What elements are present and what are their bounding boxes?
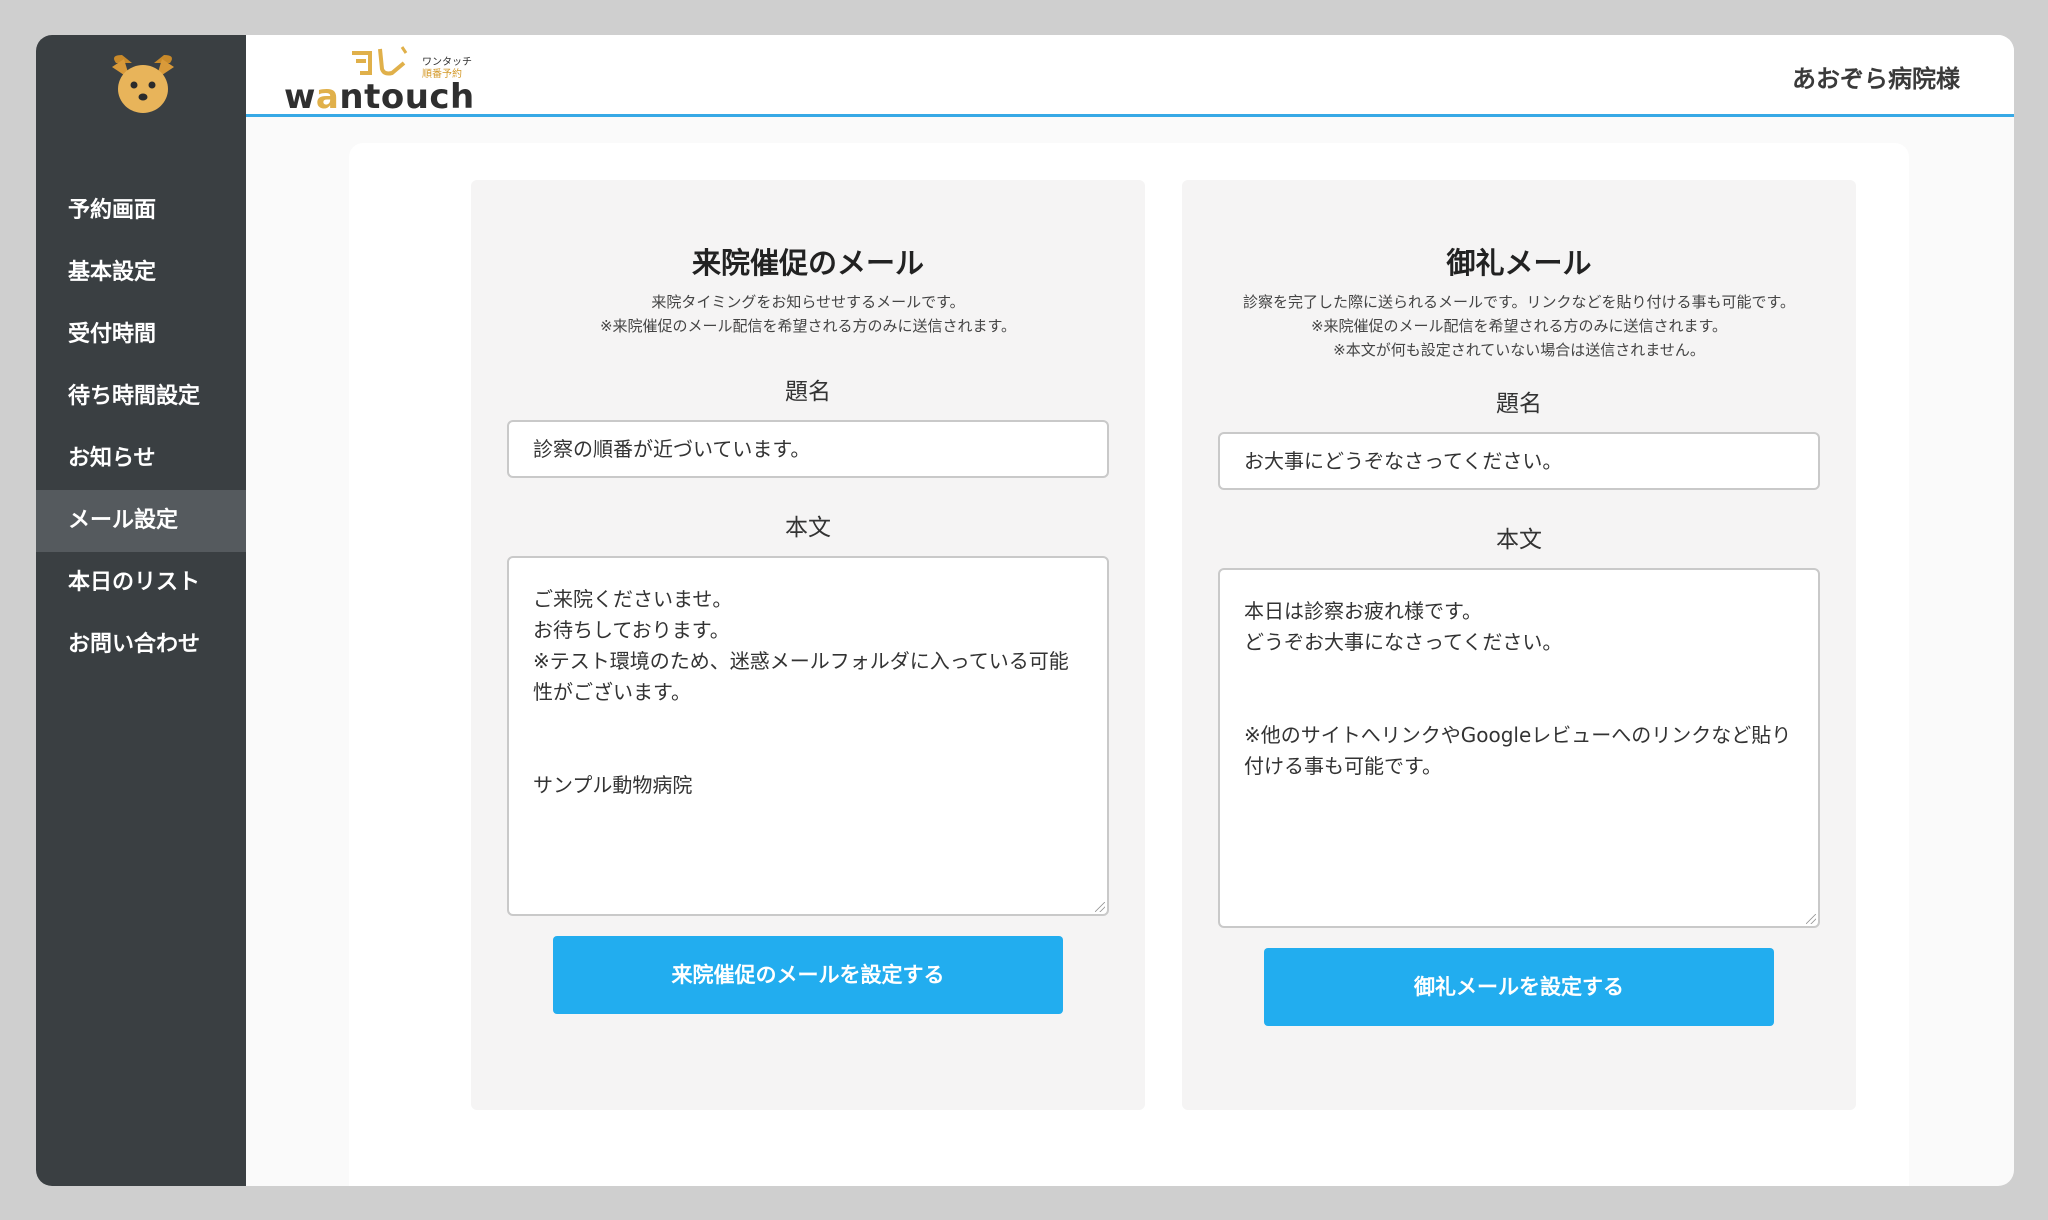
save-visit-reminder-button[interactable]: 来院催促のメールを設定する: [553, 936, 1063, 1014]
card-title: 御礼メール: [1446, 246, 1592, 280]
sidebar-item-reservation[interactable]: 予約画面: [36, 180, 246, 242]
brand-logo[interactable]: ワンタッチ 順番予約 wantouch: [284, 43, 494, 117]
dog-ears-icon: [352, 46, 408, 76]
body-label: 本文: [785, 515, 831, 541]
body-textarea[interactable]: 本日は診察お疲れ様です。 どうぞお大事になさってください。 ※他のサイトへリンク…: [1218, 568, 1820, 928]
resize-handle[interactable]: [1095, 902, 1105, 912]
card-description: 来院タイミングをお知らせせするメールです。 ※来院催促のメール配信を希望される方…: [599, 293, 1017, 335]
sidebar-item-wait-time[interactable]: 待ち時間設定: [36, 366, 246, 428]
dog-face-icon[interactable]: [108, 49, 178, 119]
thank-you-mail-card: 御礼メール 診察を完了した際に送られるメールです。リンクなどを貼り付ける事も可能…: [1182, 180, 1856, 1110]
visit-reminder-mail-card: 来院催促のメール 来院タイミングをお知らせせするメールです。 ※来院催促のメール…: [471, 180, 1145, 1110]
hospital-name: あおぞら病院様: [1792, 65, 1960, 93]
sidebar-item-today-list[interactable]: 本日のリスト: [36, 552, 246, 614]
subject-input[interactable]: お大事にどうぞなさってください。: [1218, 432, 1820, 490]
app-window: 予約画面 基本設定 受付時間 待ち時間設定 お知らせ メール設定 本日のリスト …: [36, 35, 2014, 1186]
card-title: 来院催促のメール: [691, 246, 924, 280]
sidebar-item-notices[interactable]: お知らせ: [36, 428, 246, 490]
sidebar-nav: 予約画面 基本設定 受付時間 待ち時間設定 お知らせ メール設定 本日のリスト …: [36, 180, 246, 676]
logo-wordmark: wantouch: [284, 77, 475, 117]
sidebar-item-reception-hours[interactable]: 受付時間: [36, 304, 246, 366]
save-thank-you-button[interactable]: 御礼メールを設定する: [1264, 948, 1774, 1026]
subject-label: 題名: [1496, 391, 1542, 417]
sidebar-item-basic-settings[interactable]: 基本設定: [36, 242, 246, 304]
subject-label: 題名: [785, 379, 831, 405]
resize-handle[interactable]: [1806, 914, 1816, 924]
sidebar: 予約画面 基本設定 受付時間 待ち時間設定 お知らせ メール設定 本日のリスト …: [36, 35, 246, 1186]
sidebar-item-contact[interactable]: お問い合わせ: [36, 614, 246, 676]
sidebar-item-mail-settings[interactable]: メール設定: [36, 490, 246, 552]
body-textarea[interactable]: ご来院くださいませ。 お待ちしております。 ※テスト環境のため、迷惑メールフォル…: [507, 556, 1109, 916]
subject-input[interactable]: 診察の順番が近づいています。: [507, 420, 1109, 478]
card-description: 診察を完了した際に送られるメールです。リンクなどを貼り付ける事も可能です。 ※来…: [1242, 293, 1795, 359]
body-label: 本文: [1496, 527, 1542, 553]
top-header: ワンタッチ 順番予約 wantouch あおぞら病院様: [246, 35, 2014, 117]
